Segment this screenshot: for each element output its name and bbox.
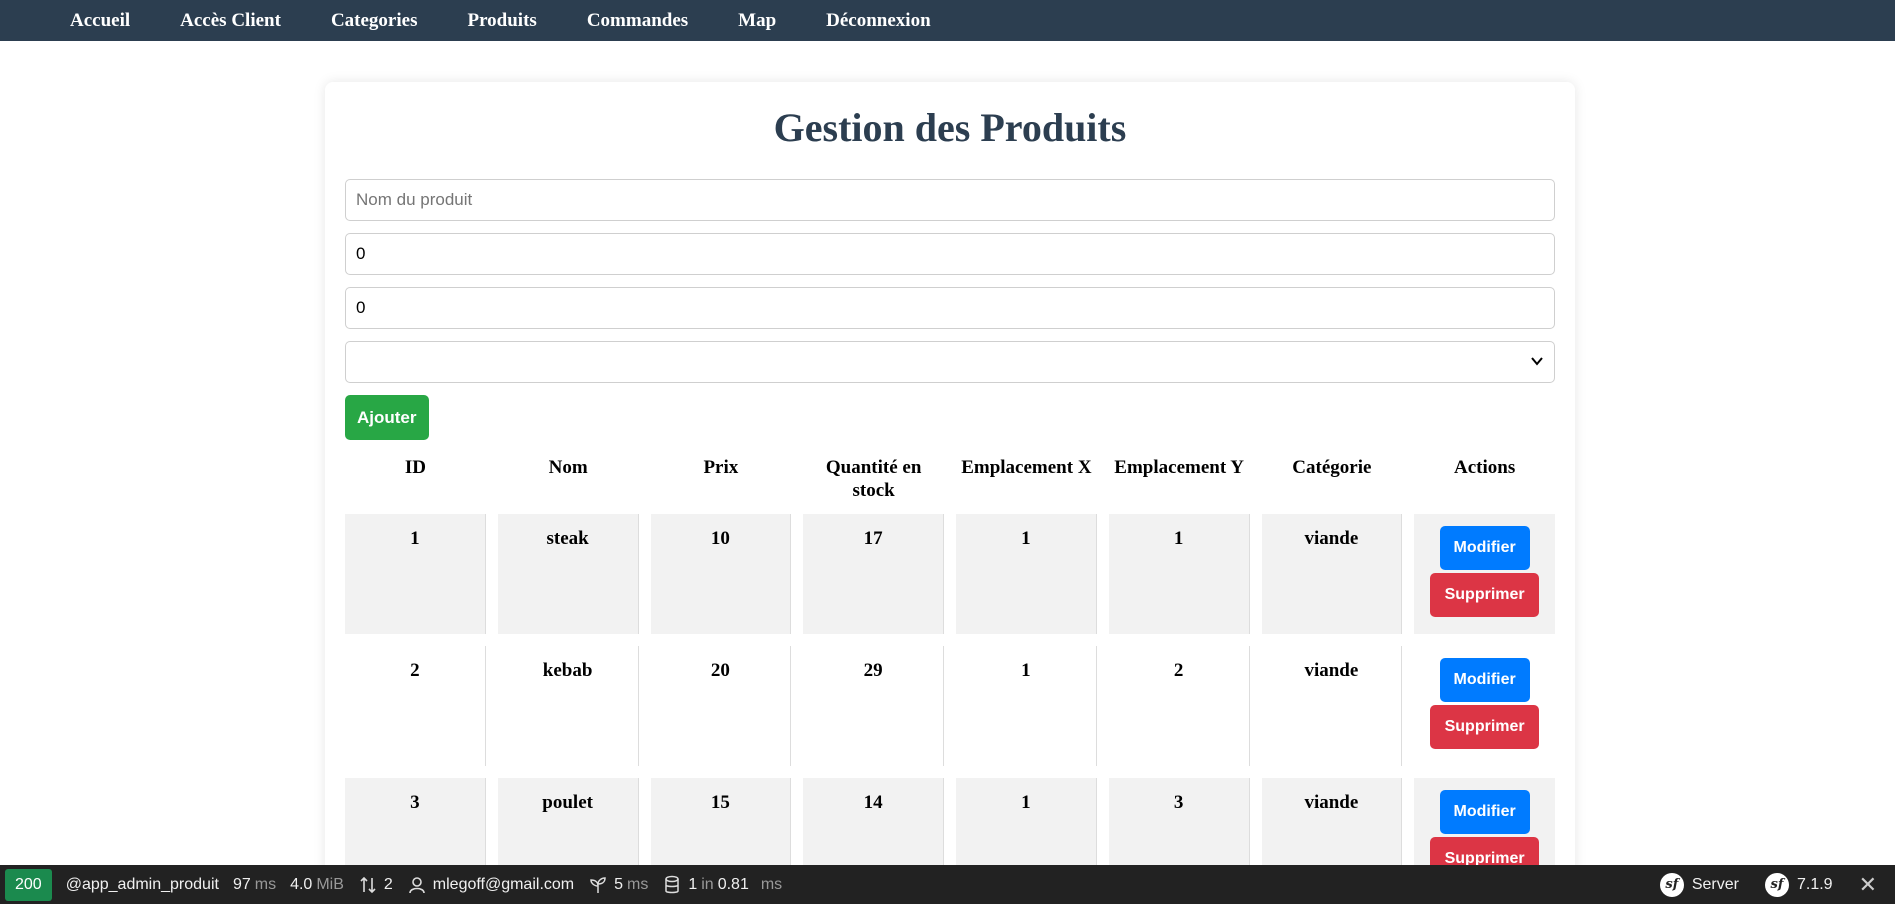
database-queries[interactable]: 1 in 0.81 ms xyxy=(662,875,782,895)
cell-x: 1 xyxy=(956,514,1097,634)
cell-id: 1 xyxy=(345,514,486,634)
col-header-prix: Prix xyxy=(703,457,739,478)
twig-time-unit: ms xyxy=(627,875,649,893)
col-header-emplacement-y: Emplacement Y xyxy=(1114,457,1244,478)
table-row: 2 kebab 20 29 1 2 viande Modifier Suppri… xyxy=(345,646,1555,766)
products-card: Gestion des Produits Ajouter ID Nom Prix… xyxy=(325,82,1575,904)
request-time-unit: ms xyxy=(254,875,277,893)
cell-nom: kebab xyxy=(498,646,639,766)
col-header-quantite: Quantité en stock xyxy=(825,457,922,501)
cell-stock: 29 xyxy=(803,646,944,766)
user-icon xyxy=(408,876,425,893)
security-user[interactable]: mlegoff@gmail.com xyxy=(407,875,574,895)
top-navbar: Accueil Accès Client Categories Produits… xyxy=(0,0,1895,41)
col-header-nom: Nom xyxy=(548,457,588,478)
arrows-updown-icon xyxy=(360,876,376,893)
col-header-id: ID xyxy=(404,457,426,478)
twig-render[interactable]: 5 ms xyxy=(588,875,648,895)
memory-unit: MiB xyxy=(316,875,344,893)
db-time-unit: ms xyxy=(760,875,783,893)
product-price-input[interactable] xyxy=(345,233,1555,275)
page-title: Gestion des Produits xyxy=(773,105,1127,150)
version-label: 7.1.9 xyxy=(1796,875,1833,893)
cell-x: 1 xyxy=(956,646,1097,766)
cell-stock: 17 xyxy=(803,514,944,634)
leaf-icon xyxy=(590,876,606,893)
symfony-logo: sf xyxy=(1659,872,1684,897)
nav-link-map[interactable]: Map xyxy=(738,10,776,32)
table-header-row: ID Nom Prix Quantité en stock Emplacemen… xyxy=(345,456,1555,502)
server-info[interactable]: sf Server xyxy=(1659,872,1739,897)
symfony-logo: sf xyxy=(1764,872,1789,897)
edit-button[interactable]: Modifier xyxy=(1439,526,1530,570)
cell-categorie: viande xyxy=(1262,646,1403,766)
cell-y: 1 xyxy=(1108,514,1250,634)
cell-categorie: viande xyxy=(1261,514,1403,634)
server-label: Server xyxy=(1691,875,1739,893)
products-table: ID Nom Prix Quantité en stock Emplacemen… xyxy=(333,444,1567,904)
memory-value: 4.0 xyxy=(290,875,313,893)
route-name[interactable]: @app_admin_produit xyxy=(66,876,219,894)
col-header-categorie: Catégorie xyxy=(1292,457,1372,478)
close-icon[interactable]: ✕ xyxy=(1859,872,1877,898)
nav-link-acces-client[interactable]: Accès Client xyxy=(180,10,281,32)
toolbar-right: sf Server sf 7.1.9 ✕ xyxy=(1646,872,1895,898)
http-requests[interactable]: 2 xyxy=(358,875,393,895)
nav-link-accueil[interactable]: Accueil xyxy=(70,10,130,32)
twig-time-value: 5 xyxy=(614,875,624,893)
database-icon xyxy=(665,875,680,893)
nav-link-categories[interactable]: Categories xyxy=(331,10,418,32)
edit-button[interactable]: Modifier xyxy=(1439,658,1530,702)
request-time-value: 97 xyxy=(232,875,251,893)
status-badge[interactable]: 200 xyxy=(5,868,52,901)
cell-y: 2 xyxy=(1109,646,1250,766)
col-header-emplacement-x: Emplacement X xyxy=(961,457,1092,478)
add-product-button[interactable]: Ajouter xyxy=(345,395,429,440)
request-time[interactable]: 97 ms xyxy=(233,876,276,894)
cell-prix: 20 xyxy=(651,646,792,766)
edit-button[interactable]: Modifier xyxy=(1439,790,1530,834)
cell-actions: Modifier Supprimer xyxy=(1414,646,1555,766)
product-stock-input[interactable] xyxy=(345,287,1555,329)
cell-actions: Modifier Supprimer xyxy=(1414,514,1555,634)
delete-button[interactable]: Supprimer xyxy=(1430,705,1540,749)
nav-link-deconnexion[interactable]: Déconnexion xyxy=(826,10,931,32)
product-name-input[interactable] xyxy=(345,179,1555,221)
user-email: mlegoff@gmail.com xyxy=(432,875,575,893)
cell-prix: 10 xyxy=(650,514,792,634)
cell-id: 2 xyxy=(345,646,486,766)
chevron-down-icon xyxy=(1531,357,1543,366)
db-in-label: in xyxy=(701,875,714,893)
delete-button[interactable]: Supprimer xyxy=(1430,573,1540,617)
debug-toolbar: 200 @app_admin_produit 97 ms 4.0 MiB 2 m… xyxy=(0,865,1895,904)
memory-usage[interactable]: 4.0 MiB xyxy=(290,876,344,894)
symfony-version[interactable]: sf 7.1.9 xyxy=(1764,872,1833,897)
cell-nom: steak xyxy=(497,514,639,634)
db-query-count: 1 xyxy=(688,875,698,893)
col-header-actions: Actions xyxy=(1454,457,1516,478)
db-time-value: 0.81 xyxy=(717,875,749,893)
nav-link-produits[interactable]: Produits xyxy=(467,10,536,32)
category-select[interactable] xyxy=(345,341,1555,383)
nav-link-commandes[interactable]: Commandes xyxy=(587,10,688,32)
http-requests-count: 2 xyxy=(383,875,393,893)
table-row: 1 steak 10 17 1 1 viande Modifier Suppri… xyxy=(345,514,1555,634)
